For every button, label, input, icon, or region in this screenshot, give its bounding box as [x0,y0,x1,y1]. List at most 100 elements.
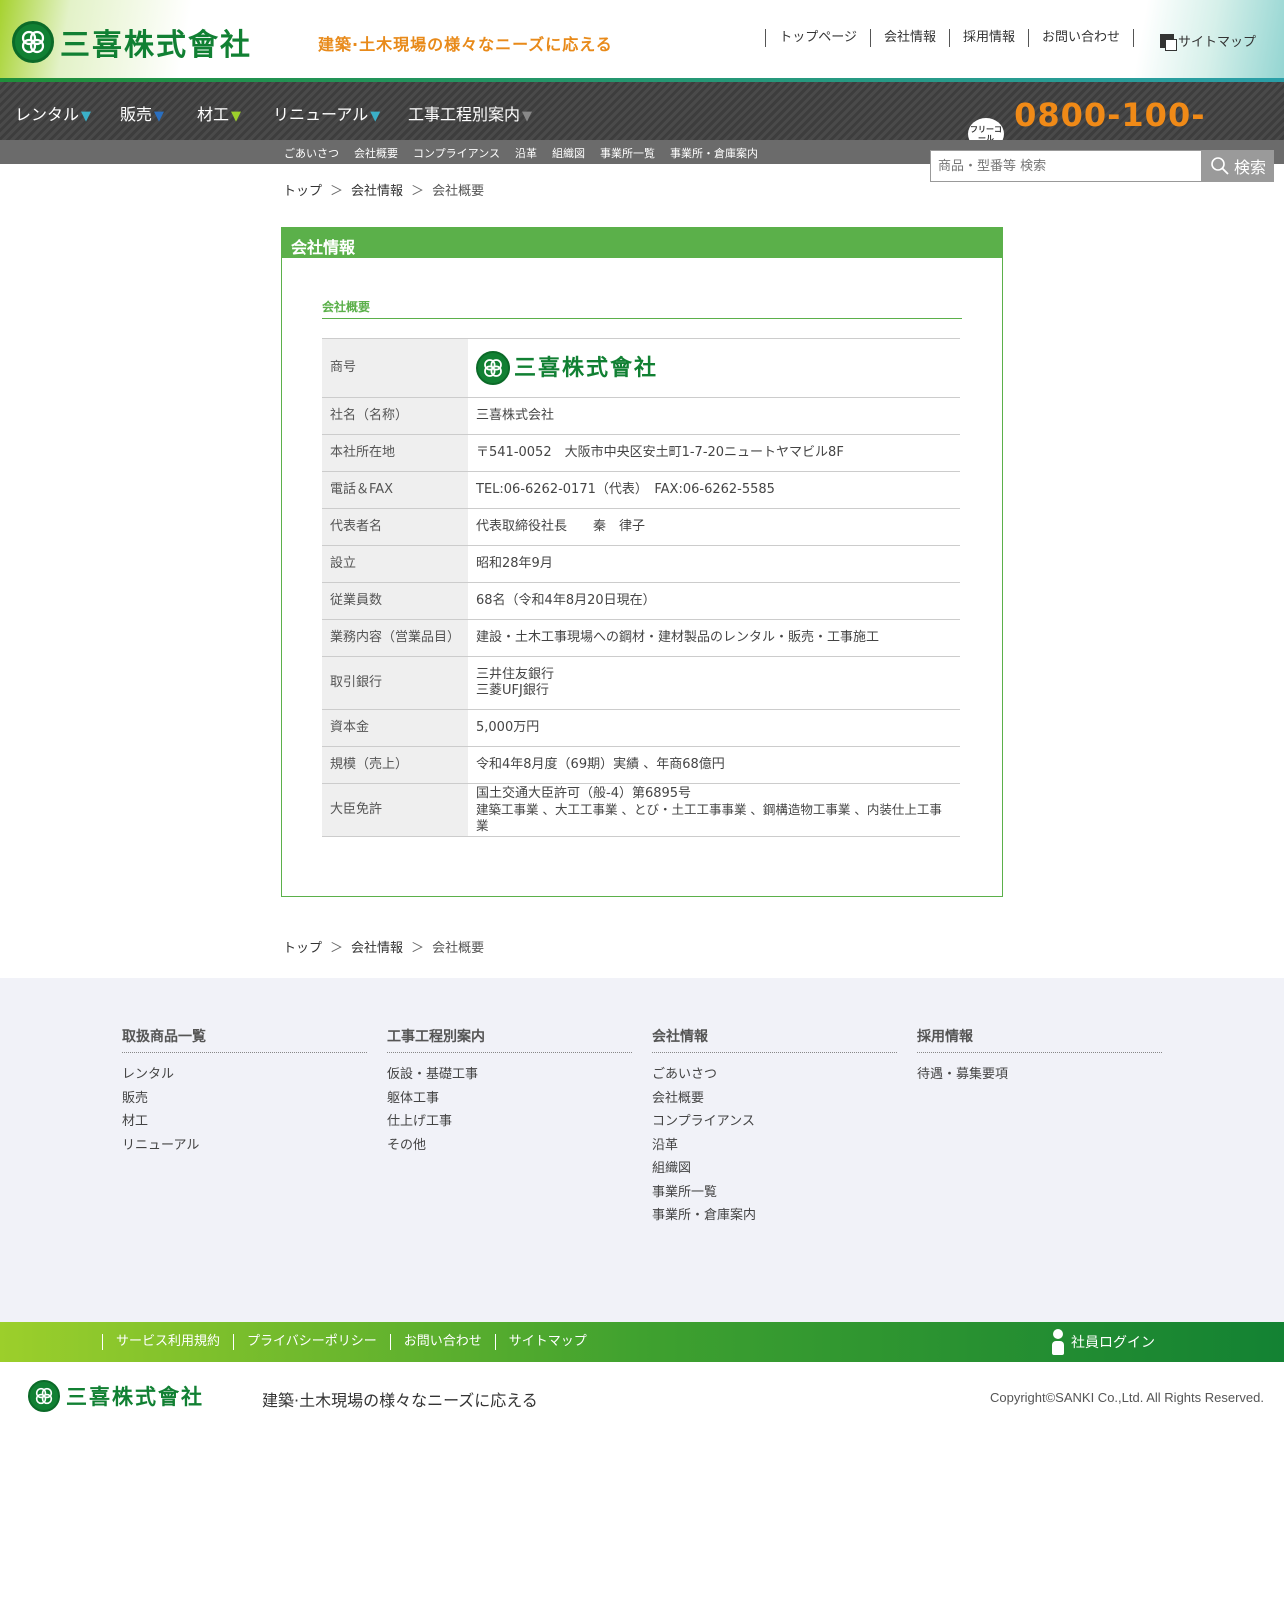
row-label: 大臣免許 [322,783,468,837]
section-title: 会社概要 [322,298,962,319]
footer-link-contact[interactable]: お問い合わせ [389,1334,495,1350]
row-label: 業務内容（営業品目） [322,619,468,657]
table-row: 代表者名 代表取締役社長 秦 律子 [322,508,960,546]
row-value: 三喜株式會社 [468,338,960,398]
footer-link-privacy[interactable]: プライバシーポリシー [233,1334,390,1350]
footer-link[interactable]: 事業所・倉庫案内 [652,1204,897,1228]
trade-name-logo: 三喜株式會社 [476,351,952,385]
logo-text: 三喜株式會社 [60,28,252,63]
breadcrumb-company[interactable]: 会社情報 [351,937,403,956]
footer-link-bar: サービス利用規約 プライバシーポリシー お問い合わせ サイトマップ 社員ログイン [0,1322,1284,1362]
row-label: 本社所在地 [322,434,468,472]
search-form: 検索 [930,150,1274,182]
subnav-company-overview[interactable]: 会社概要 [354,145,398,161]
row-label: 電話＆FAX [322,471,468,509]
footer-link[interactable]: コンプライアンス [652,1110,897,1134]
subnav-org-chart[interactable]: 組織図 [552,145,585,161]
company-emblem-icon [28,1380,60,1412]
box-title: 会社情報 [282,228,1002,258]
nav-item-process-guide[interactable]: 工事工程別案内 ▼ [408,101,532,125]
nav-item-rental[interactable]: レンタル ▼ [15,101,91,125]
footer-tagline: 建築·土木現場の様々なニーズに応える [262,1391,538,1410]
chevron-down-icon: ▼ [370,109,381,124]
footer-link[interactable]: 躯体工事 [387,1087,632,1111]
footer-heading[interactable]: 採用情報 [917,1026,1162,1053]
footer-link[interactable]: 沿革 [652,1134,897,1158]
top-link-home[interactable]: トップページ [765,29,870,47]
top-link-contact[interactable]: お問い合わせ [1027,29,1134,47]
company-info-box: 会社情報 会社概要 商号 三喜株式會社 社名（名称） 三喜株式会社 本社所在地 〒5… [281,227,1003,897]
top-link-recruit[interactable]: 採用情報 [948,29,1028,47]
sitemap-link[interactable]: サイトマップ [1160,31,1256,51]
footer-link[interactable]: ごあいさつ [652,1063,897,1087]
table-row: 規模（売上） 令和4年8月度（69期）実績 、年商68億円 [322,746,960,784]
sitemap-icon [1160,33,1177,51]
footer-link[interactable]: 仮設・基礎工事 [387,1063,632,1087]
nav-item-materials-work[interactable]: 材工 ▼ [197,101,241,125]
subnav-compliance[interactable]: コンプライアンス [413,145,500,161]
logo-text: 三喜株式會社 [66,1384,204,1409]
footer-link-sitemap[interactable]: サイトマップ [494,1334,600,1350]
footer-link[interactable]: レンタル [122,1063,367,1087]
footer-link[interactable]: 販売 [122,1087,367,1111]
site-logo[interactable]: 三喜株式會社 [12,20,252,64]
nav-item-sales[interactable]: 販売 ▼ [120,101,164,125]
main-nav: レンタル ▼ 販売 ▼ 材工 ▼ リニューアル ▼ 工事工程別案内 ▼ フリーコール 08… [0,82,1284,172]
footer-link[interactable]: リニューアル [122,1134,367,1158]
login-label: 社員ログイン [1071,1335,1155,1351]
footer-link[interactable]: 組織図 [652,1157,897,1181]
row-value: 三井住友銀行 三菱UFJ銀行 [468,656,960,710]
row-label: 社名（名称） [322,397,468,435]
nav-label: 材工 [197,105,230,124]
footer-link[interactable]: 待遇・募集要項 [917,1063,1162,1087]
employee-login-link[interactable]: 社員ログイン [1052,1329,1155,1355]
chevron-down-icon: ▼ [231,109,242,124]
subnav-warehouses[interactable]: 事業所・倉庫案内 [670,145,758,161]
logo-text: 三喜株式會社 [514,355,659,381]
row-value: 〒541-0052 大阪市中央区安土町1-7-20ニュートヤマビル8F [468,434,960,472]
search-button[interactable]: 検索 [1202,150,1274,182]
row-value: 国土交通大臣許可（般-4）第6895号 建築工事業 、大工工事業 、とび・土工工事… [468,783,960,837]
chevron-down-icon: ▼ [154,109,165,124]
row-label: 商号 [322,338,468,398]
footer-heading[interactable]: 工事工程別案内 [387,1026,632,1053]
company-overview-table: 商号 三喜株式會社 社名（名称） 三喜株式会社 本社所在地 〒541-0052 大阪… [322,338,960,837]
search-input[interactable] [930,150,1202,182]
table-row: 本社所在地 〒541-0052 大阪市中央区安土町1-7-20ニュートヤマビル8F [322,434,960,472]
copyright: Copyright©SANKI Co.,Ltd. All Rights Rese… [989,1390,1264,1405]
breadcrumb-company[interactable]: 会社情報 [351,180,403,199]
nav-item-renewal[interactable]: リニューアル ▼ [273,101,380,125]
row-label: 取引銀行 [322,656,468,710]
footer-link[interactable]: 会社概要 [652,1087,897,1111]
breadcrumb-home[interactable]: トップ [283,937,322,956]
table-row: 業務内容（営業品目） 建設・土木工事現場への鋼材・建材製品のレンタル・販売・工事施… [322,619,960,657]
top-link-company[interactable]: 会社情報 [869,29,949,47]
footer-link[interactable]: その他 [387,1134,632,1158]
top-links: トップページ 会社情報 採用情報 お問い合わせ [765,29,1134,47]
license-types: 建築工事業 、大工工事業 、とび・土工工事事業 、鋼構造物工事業 、内装仕上工事… [476,802,942,833]
row-label: 規模（売上） [322,746,468,784]
bank-name: 三井住友銀行 [476,667,555,682]
person-icon [1052,1329,1064,1355]
footer-link-terms[interactable]: サービス利用規約 [102,1334,233,1350]
breadcrumb-separator: ＞ [411,941,425,956]
footer-link[interactable]: 仕上げ工事 [387,1110,632,1134]
footer-link[interactable]: 事業所一覧 [652,1181,897,1205]
row-value: 代表取締役社長 秦 律子 [468,508,960,546]
breadcrumb-separator: ＞ [411,184,425,199]
row-value: 68名（令和4年8月20日現在） [468,582,960,620]
table-row: 資本金 5,000万円 [322,709,960,747]
footer-heading[interactable]: 会社情報 [652,1026,897,1053]
subnav-greeting[interactable]: ごあいさつ [284,145,339,161]
subnav-history[interactable]: 沿革 [515,145,537,161]
bank-name: 三菱UFJ銀行 [476,683,549,698]
breadcrumb-current: 会社概要 [432,941,485,956]
footer-heading[interactable]: 取扱商品一覧 [122,1026,367,1053]
breadcrumb-home[interactable]: トップ [283,180,322,199]
nav-label: 販売 [120,105,153,124]
footer-link[interactable]: 材工 [122,1110,367,1134]
subnav-offices[interactable]: 事業所一覧 [600,145,655,161]
license-number: 国土交通大臣許可（般-4）第6895号 [476,786,692,801]
nav-label: レンタル [15,105,80,124]
footer-logo[interactable]: 三喜株式會社 [28,1380,204,1412]
